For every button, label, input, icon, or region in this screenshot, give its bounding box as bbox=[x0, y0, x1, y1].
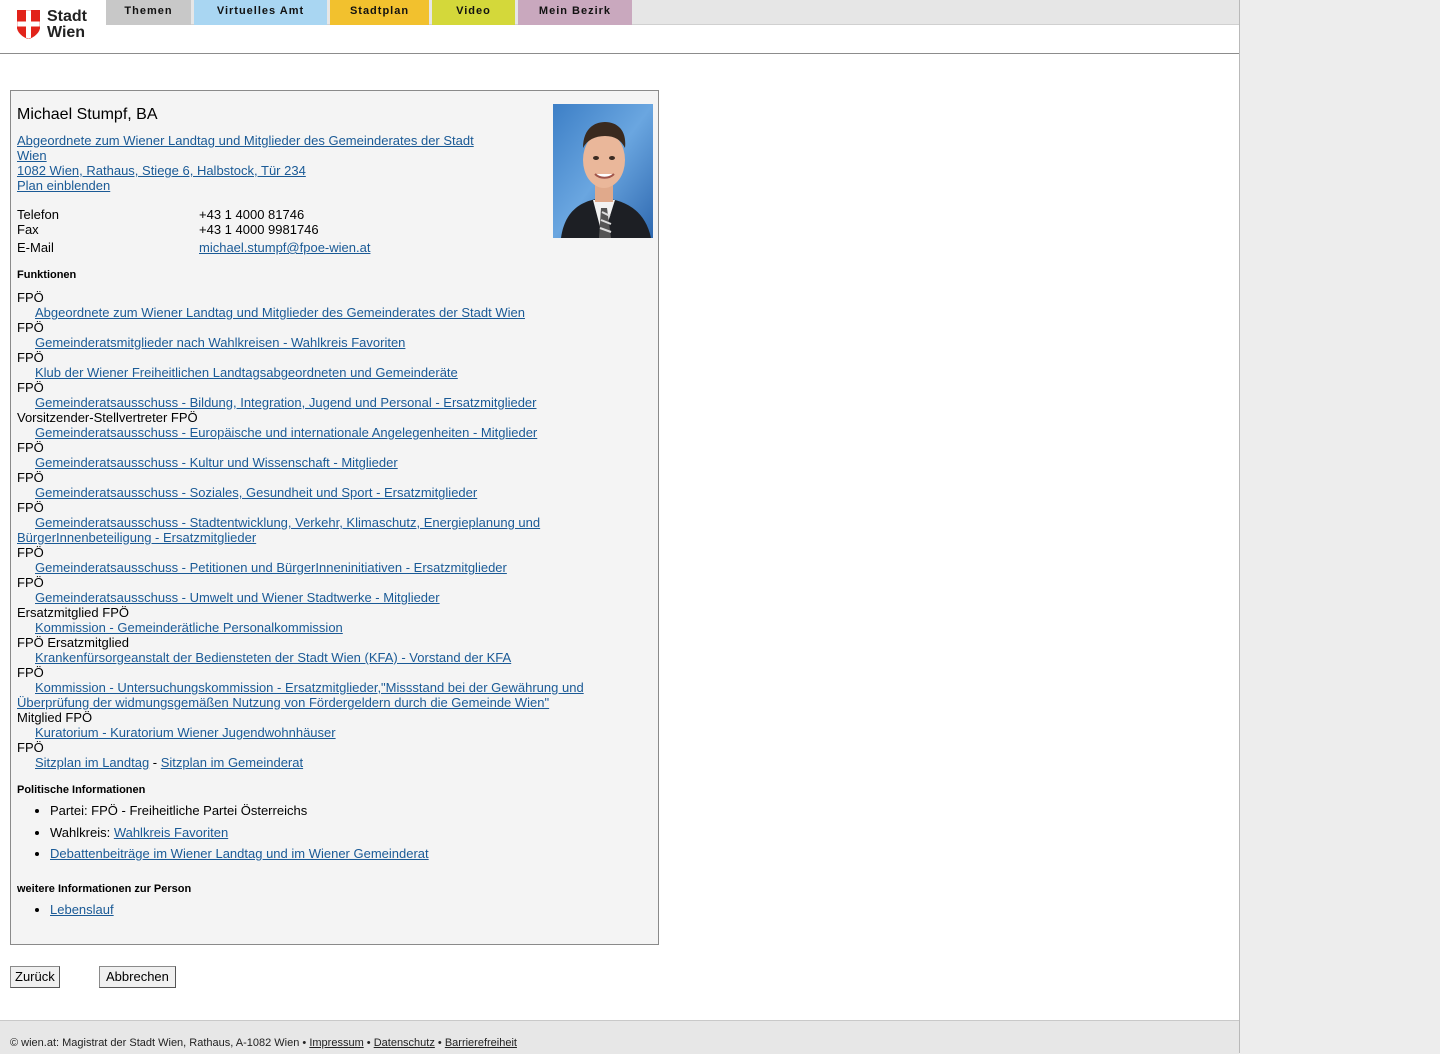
nav-tab-mein-bezirk[interactable]: Mein Bezirk bbox=[518, 0, 632, 25]
role-link-continued[interactable]: Wien bbox=[17, 148, 47, 163]
party-text: Partei: FPÖ - Freiheitliche Partei Öster… bbox=[50, 803, 308, 818]
role-link[interactable]: Abgeordnete zum Wiener Landtag und Mitgl… bbox=[17, 133, 474, 148]
footer-impressum-link[interactable]: Impressum bbox=[309, 1037, 363, 1049]
seating-plan-landtag-link[interactable]: Sitzplan im Landtag bbox=[35, 755, 149, 770]
function-link[interactable]: Gemeinderatsausschuss - Umwelt und Wiene… bbox=[35, 590, 440, 605]
email-label: E-Mail bbox=[17, 240, 54, 255]
cv-item: Lebenslauf bbox=[50, 899, 114, 921]
function-link-continued[interactable]: Überprüfung der widmungsgemäßen Nutzung … bbox=[17, 695, 549, 710]
logo-text-line1: Stadt bbox=[47, 8, 87, 25]
function-role: FPÖ bbox=[17, 290, 44, 305]
function-role: FPÖ bbox=[17, 320, 44, 335]
function-role: FPÖ Ersatzmitglied bbox=[17, 635, 129, 650]
person-name: Michael Stumpf, BA bbox=[17, 106, 158, 123]
wien-shield-icon bbox=[17, 10, 40, 39]
function-link[interactable]: Gemeinderatsmitglieder nach Wahlkreisen … bbox=[35, 335, 405, 350]
function-role: Ersatzmitglied FPÖ bbox=[17, 605, 129, 620]
politics-heading: Politische Informationen bbox=[17, 784, 146, 796]
district-item: Wahlkreis: Wahlkreis Favoriten bbox=[50, 822, 429, 844]
nav-tab-video[interactable]: Video bbox=[432, 0, 515, 25]
back-button[interactable]: Zurück bbox=[10, 966, 60, 988]
function-role: FPÖ bbox=[17, 740, 44, 755]
cancel-button[interactable]: Abbrechen bbox=[99, 966, 176, 988]
function-link[interactable]: Abgeordnete zum Wiener Landtag und Mitgl… bbox=[35, 305, 525, 320]
district-link[interactable]: Wahlkreis Favoriten bbox=[114, 825, 228, 840]
footer-separator: • bbox=[299, 1037, 310, 1049]
phone-label: Telefon bbox=[17, 207, 59, 222]
cv-link[interactable]: Lebenslauf bbox=[50, 902, 114, 917]
main-navigation: Themen Virtuelles Amt Stadtplan Video Me… bbox=[106, 0, 1239, 25]
nav-tab-stadtplan[interactable]: Stadtplan bbox=[330, 0, 429, 25]
function-role: FPÖ bbox=[17, 545, 44, 560]
function-role: FPÖ bbox=[17, 470, 44, 485]
function-link[interactable]: Gemeinderatsausschuss - Petitionen und B… bbox=[35, 560, 507, 575]
show-map-link[interactable]: Plan einblenden bbox=[17, 178, 110, 193]
footer-separator: • bbox=[434, 1037, 445, 1049]
person-detail-card: Michael Stumpf, BA Abgeordnete zum Wiene… bbox=[10, 90, 659, 945]
function-role: Mitglied FPÖ bbox=[17, 710, 93, 725]
footer-barrierefreiheit-link[interactable]: Barrierefreiheit bbox=[445, 1037, 517, 1049]
more-info-list: Lebenslauf bbox=[17, 899, 114, 921]
logo-text-line2: Wien bbox=[47, 24, 86, 41]
stadt-wien-logo[interactable]: Stadt Wien bbox=[17, 8, 92, 42]
debates-item: Debattenbeiträge im Wiener Landtag und i… bbox=[50, 843, 429, 865]
function-link[interactable]: Gemeinderatsausschuss - Stadtentwicklung… bbox=[35, 515, 540, 530]
function-link[interactable]: Gemeinderatsausschuss - Europäische und … bbox=[35, 425, 537, 440]
function-role: FPÖ bbox=[17, 380, 44, 395]
nav-tab-virtuelles-amt[interactable]: Virtuelles Amt bbox=[194, 0, 327, 25]
function-link[interactable]: Klub der Wiener Freiheitlichen Landtagsa… bbox=[35, 365, 458, 380]
function-role: FPÖ bbox=[17, 440, 44, 455]
address-link[interactable]: 1082 Wien, Rathaus, Stiege 6, Halbstock,… bbox=[17, 163, 306, 178]
function-link[interactable]: Gemeinderatsausschuss - Bildung, Integra… bbox=[35, 395, 537, 410]
site-footer: © wien.at: Magistrat der Stadt Wien, Rat… bbox=[0, 1020, 1239, 1054]
function-link[interactable]: Kommission - Gemeinderätliche Personalko… bbox=[35, 620, 343, 635]
footer-datenschutz-link[interactable]: Datenschutz bbox=[374, 1037, 435, 1049]
fax-label: Fax bbox=[17, 222, 39, 237]
district-prefix: Wahlkreis: bbox=[50, 824, 114, 840]
function-role: Vorsitzender-Stellvertreter FPÖ bbox=[17, 410, 198, 425]
function-role: FPÖ bbox=[17, 350, 44, 365]
function-role: FPÖ bbox=[17, 500, 44, 515]
footer-text: © wien.at: Magistrat der Stadt Wien, Rat… bbox=[10, 1037, 517, 1049]
seating-plan-gemeinderat-link[interactable]: Sitzplan im Gemeinderat bbox=[161, 755, 303, 770]
footer-separator: • bbox=[363, 1037, 374, 1049]
phone-value: +43 1 4000 81746 bbox=[199, 207, 305, 222]
function-link-continued[interactable]: BürgerInnenbeteiligung - Ersatzmitgliede… bbox=[17, 530, 256, 545]
more-info-heading: weitere Informationen zur Person bbox=[17, 883, 192, 895]
email-link[interactable]: michael.stumpf@fpoe-wien.at bbox=[199, 240, 370, 255]
politics-list: Partei: FPÖ - Freiheitliche Partei Öster… bbox=[17, 800, 429, 865]
function-role: FPÖ bbox=[17, 575, 44, 590]
page: Stadt Wien Themen Virtuelles Amt Stadtpl… bbox=[0, 0, 1240, 1054]
seating-plan-links: Sitzplan im Landtag - Sitzplan im Gemein… bbox=[35, 755, 303, 770]
function-link[interactable]: Kommission - Untersuchungskommission - E… bbox=[35, 680, 584, 695]
fax-value: +43 1 4000 9981746 bbox=[199, 222, 319, 237]
seating-plan-separator: - bbox=[149, 755, 161, 770]
nav-tab-themen[interactable]: Themen bbox=[106, 0, 191, 25]
function-link[interactable]: Gemeinderatsausschuss - Soziales, Gesund… bbox=[35, 485, 477, 500]
function-link[interactable]: Kuratorium - Kuratorium Wiener Jugendwoh… bbox=[35, 725, 336, 740]
function-link[interactable]: Gemeinderatsausschuss - Kultur und Wisse… bbox=[35, 455, 398, 470]
party-item: Partei: FPÖ - Freiheitliche Partei Öster… bbox=[50, 800, 429, 822]
site-header: Stadt Wien Themen Virtuelles Amt Stadtpl… bbox=[0, 0, 1239, 54]
function-role: FPÖ bbox=[17, 665, 44, 680]
functions-heading: Funktionen bbox=[17, 269, 77, 281]
function-link[interactable]: Krankenfürsorgeanstalt der Bediensteten … bbox=[35, 650, 511, 665]
footer-copyright: © wien.at: Magistrat der Stadt Wien, Rat… bbox=[10, 1037, 300, 1049]
debates-link[interactable]: Debattenbeiträge im Wiener Landtag und i… bbox=[50, 846, 429, 861]
person-photo bbox=[553, 104, 653, 238]
